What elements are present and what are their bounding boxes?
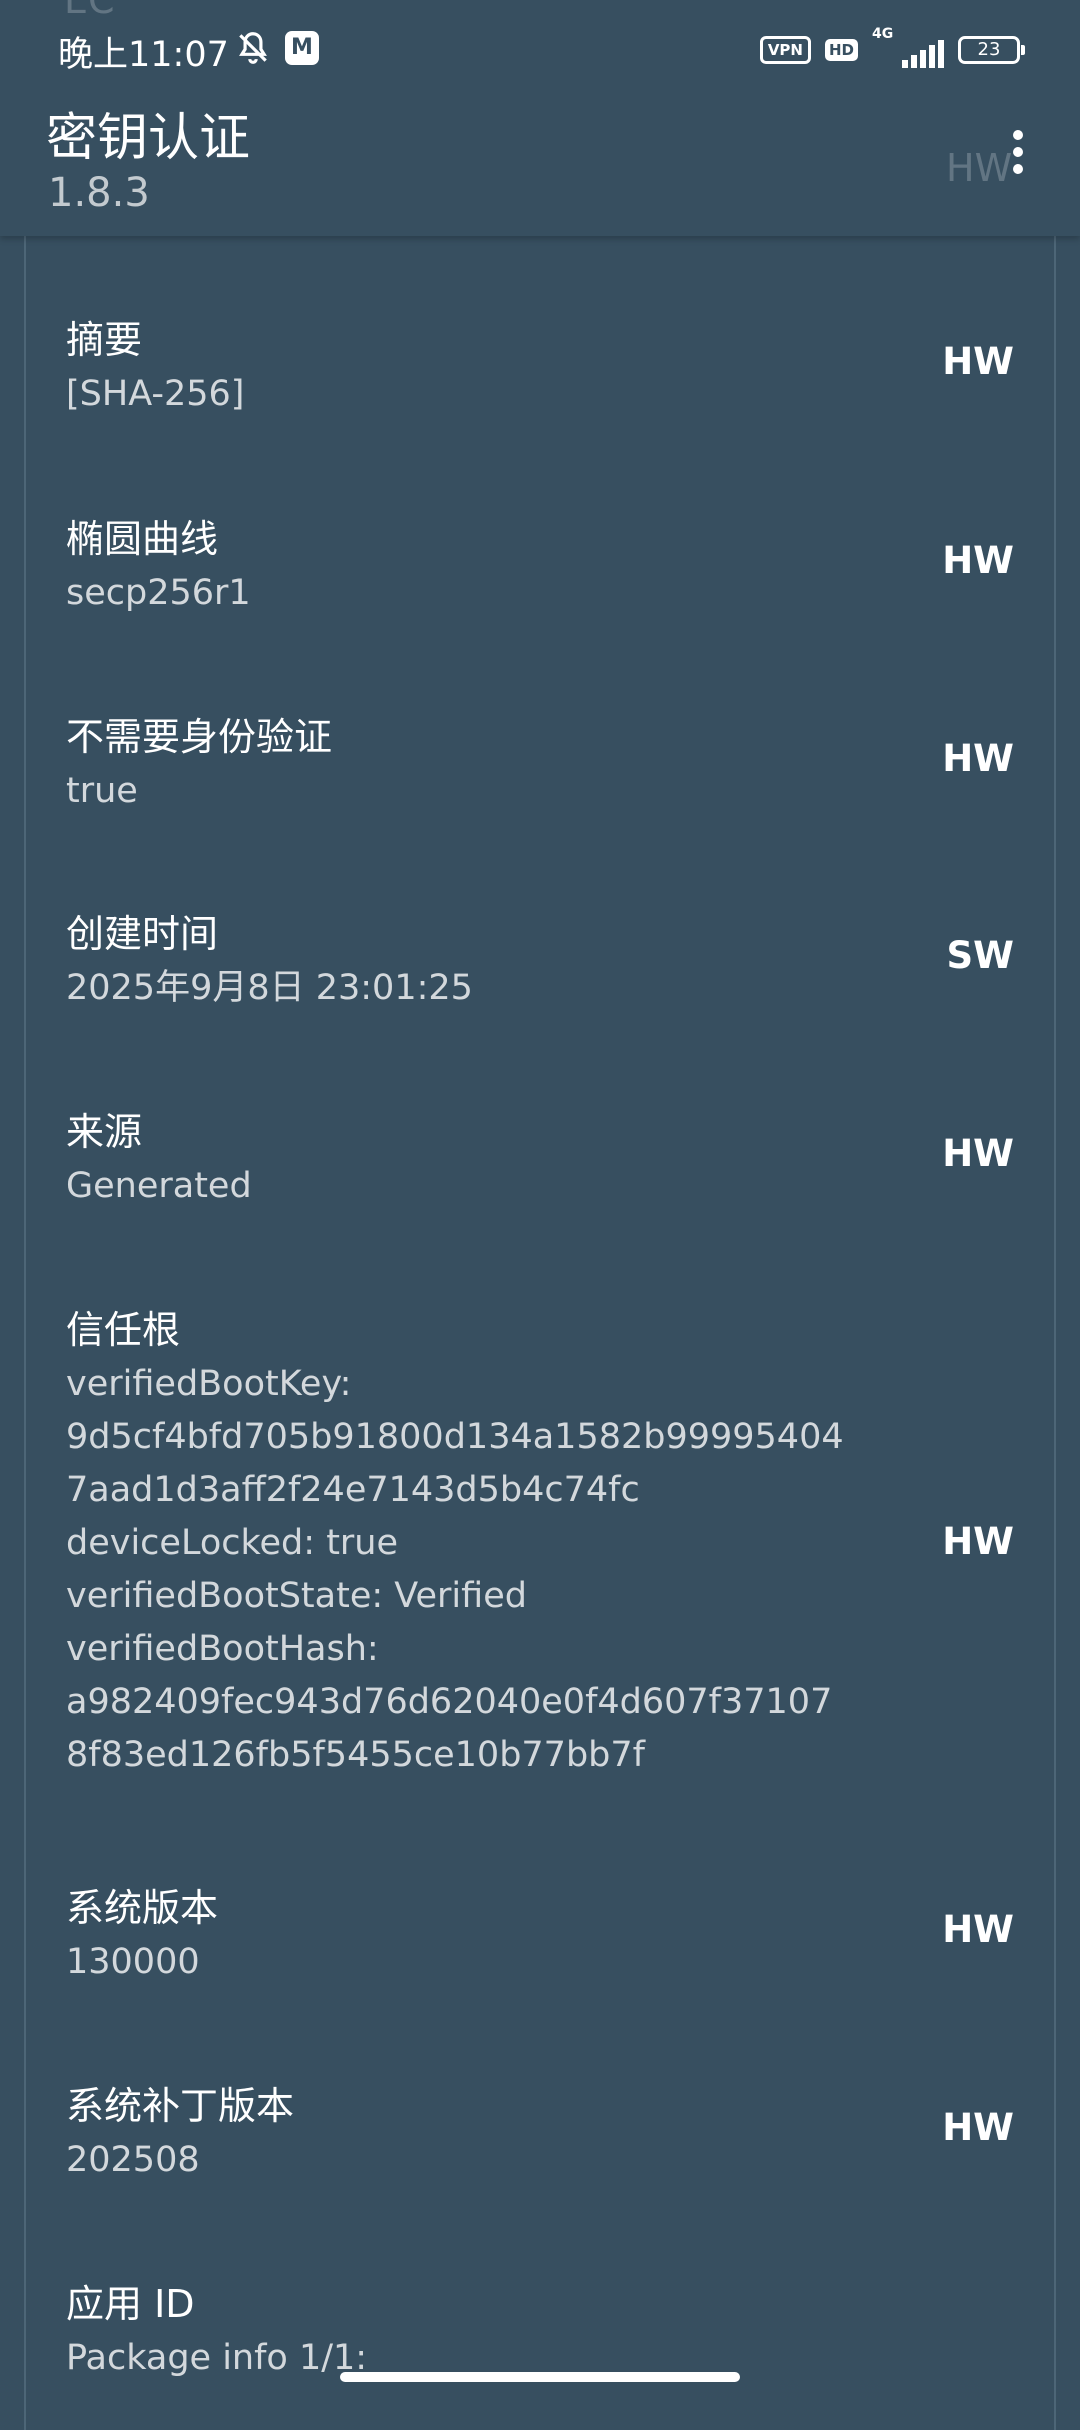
row-label: 来源 (66, 1110, 143, 1154)
row-label: 信任根 (66, 1308, 181, 1352)
row-label: 椭圆曲线 (66, 517, 219, 561)
list-item[interactable]: 应用 ID Package info 1/1: (66, 2276, 1016, 2385)
security-level-badge: HW (942, 1520, 1014, 1563)
row-value: 2025年9月8日 23:01:25 (66, 968, 473, 1008)
security-level-badge: HW (942, 340, 1014, 383)
security-level-badge: HW (942, 737, 1014, 780)
row-value: 202508 (66, 2140, 200, 2180)
battery-icon: 23 (958, 36, 1025, 64)
row-value: Generated (66, 1166, 252, 1206)
row-value: verifiedBootKey: 9d5cf4bfd705b91800d134a… (66, 1364, 844, 1775)
security-level-badge: HW (942, 539, 1014, 582)
security-level-badge: HW (942, 1132, 1014, 1175)
security-level-badge: HW (942, 2106, 1014, 2149)
list-item[interactable]: 系统补丁版本 202508 HW (66, 2078, 1016, 2187)
list-item[interactable]: 摘要 [SHA-256] HW (66, 312, 1016, 421)
security-level-badge: HW (942, 1908, 1014, 1951)
row-label: 系统版本 (66, 1886, 219, 1930)
hd-icon: HD (824, 39, 858, 61)
app-version: 1.8.3 (48, 170, 150, 216)
row-label: 系统补丁版本 (66, 2084, 295, 2128)
status-icons: VPN HD 4G 23 (759, 26, 1025, 70)
list-item[interactable]: 信任根 verifiedBootKey: 9d5cf4bfd705b91800d… (66, 1302, 1016, 1782)
page-title: 密钥认证 (46, 109, 251, 168)
row-value: true (66, 771, 138, 811)
row-label: 创建时间 (66, 912, 219, 956)
notification-app-icon: M (285, 31, 319, 65)
list-item[interactable]: 来源 Generated HW (66, 1104, 1016, 1213)
list-item[interactable]: 创建时间 2025年9月8日 23:01:25 SW (66, 906, 1016, 1015)
status-time: 晚上11:07 (58, 35, 229, 75)
more-options-button[interactable] (1000, 130, 1036, 190)
bell-off-icon (239, 32, 267, 64)
security-level-badge: SW (946, 934, 1014, 977)
network-type: 4G (872, 26, 894, 42)
status-bar: 晚上11:07 M VPN HD 4G 23 (0, 0, 1080, 100)
home-indicator[interactable] (340, 2372, 740, 2382)
vpn-icon: VPN (759, 36, 811, 64)
row-label: 应用 ID (66, 2282, 195, 2326)
row-value: secp256r1 (66, 573, 251, 613)
list-item[interactable]: 系统版本 130000 HW (66, 1880, 1016, 1989)
row-value: [SHA-256] (66, 374, 245, 414)
list-item[interactable]: 不需要身份验证 true HW (66, 709, 1016, 818)
more-vert-icon (1013, 130, 1023, 140)
list-item[interactable]: 椭圆曲线 secp256r1 HW (66, 511, 1016, 620)
row-label: 摘要 (66, 318, 143, 362)
row-label: 不需要身份验证 (66, 715, 333, 759)
signal-icon: 4G (872, 26, 944, 70)
row-value: 130000 (66, 1942, 200, 1982)
app-bar: EC HW 晚上11:07 M VPN HD 4G 23 密钥认证 1.8.3 (0, 0, 1080, 236)
